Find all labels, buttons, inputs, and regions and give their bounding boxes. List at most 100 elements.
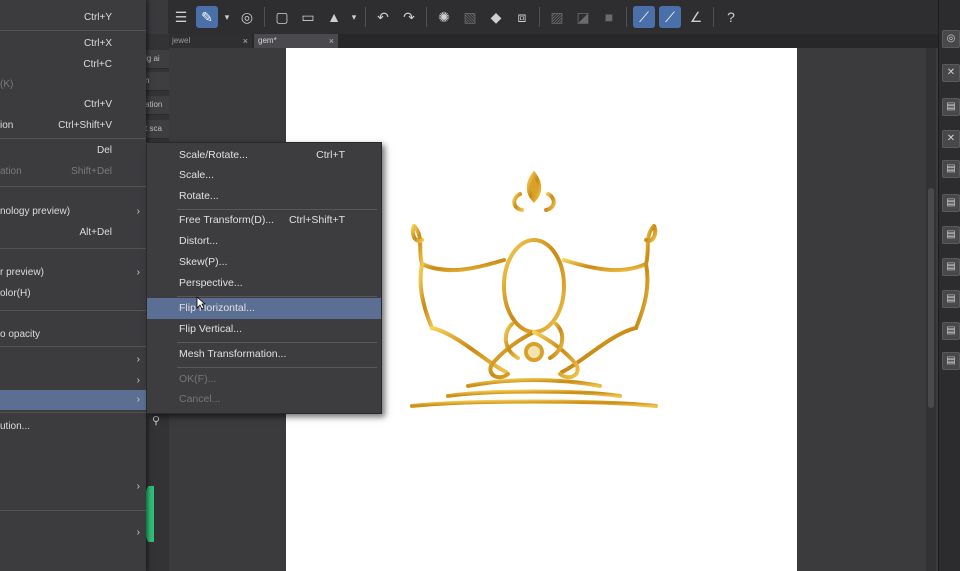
menu-item[interactable]: Ctrl+C: [0, 55, 146, 75]
menu-item-cancel[interactable]: Cancel...: [147, 389, 381, 410]
layer-icon[interactable]: ◎: [236, 6, 258, 28]
menu-item-label: (K): [0, 79, 14, 90]
menu-item-free-transform[interactable]: Free Transform(D)... Ctrl+Shift+T: [147, 210, 381, 231]
search-icon[interactable]: ⚲: [152, 414, 166, 428]
menu-item[interactable]: olor(H): [0, 284, 146, 304]
menu-separator: [177, 367, 377, 368]
menu-item[interactable]: r preview) ›: [0, 263, 146, 283]
chevron-down-icon[interactable]: ▾: [349, 6, 359, 28]
chevron-down-icon[interactable]: ▾: [222, 6, 232, 28]
side-button[interactable]: n: [145, 72, 169, 91]
menu-item[interactable]: ation Shift+Del: [0, 162, 146, 182]
document-icon[interactable]: ▤: [942, 194, 960, 212]
special-ruler-snap-icon[interactable]: ⟋: [659, 6, 681, 28]
menu-item-scale-rotate[interactable]: Scale/Rotate... Ctrl+T: [147, 145, 381, 166]
menu-item-label: ation: [0, 166, 22, 177]
menu-item[interactable]: ution...: [0, 417, 146, 437]
save-icon[interactable]: ▲: [323, 6, 345, 28]
help-icon[interactable]: ?: [720, 6, 742, 28]
document-icon[interactable]: ▤: [942, 226, 960, 244]
pen-tool-icon[interactable]: ✎: [196, 6, 218, 28]
navigator-icon[interactable]: ◎: [942, 30, 960, 48]
transform-icon[interactable]: ⧈: [511, 6, 533, 28]
document-icon[interactable]: ▤: [942, 322, 960, 340]
menu-item-label: OK(F)...: [179, 373, 217, 385]
menu-item-label: Flip Vertical...: [179, 323, 243, 335]
menu-item-perspective[interactable]: Perspective...: [147, 273, 381, 294]
menu-item-shortcut: Alt+Del: [79, 227, 112, 238]
menu-item-skew[interactable]: Skew(P)...: [147, 252, 381, 273]
menu-separator: [0, 346, 146, 347]
menu-separator: [0, 510, 146, 511]
fill-icon[interactable]: ◆: [485, 6, 507, 28]
close-icon[interactable]: ✕: [942, 64, 960, 82]
side-button[interactable]: ation: [145, 96, 169, 115]
menu-item-label: Distort...: [179, 235, 219, 247]
redo-icon[interactable]: ↷: [398, 6, 420, 28]
menu-item-rotate[interactable]: Rotate...: [147, 186, 381, 207]
close-icon[interactable]: ×: [329, 34, 334, 48]
menu-icon[interactable]: ☰: [170, 6, 192, 28]
menu-item-label: o opacity: [0, 329, 41, 340]
menu-item-transform[interactable]: ›: [0, 390, 146, 410]
selection-icon[interactable]: ■: [598, 6, 620, 28]
menu-item-mesh-transformation[interactable]: Mesh Transformation...: [147, 344, 381, 365]
menu-item-flip-vertical[interactable]: Flip Vertical...: [147, 319, 381, 340]
menu-separator: [177, 296, 377, 297]
document-icon[interactable]: ▤: [942, 98, 960, 116]
document-icon[interactable]: ▤: [942, 352, 960, 370]
mouse-cursor-icon: [196, 296, 206, 310]
close-icon[interactable]: ✕: [942, 130, 960, 148]
document-icon[interactable]: ▤: [942, 160, 960, 178]
scrollbar-thumb[interactable]: [928, 188, 934, 408]
menu-item[interactable]: Alt+Del: [0, 223, 146, 243]
deselect-icon[interactable]: ▨: [546, 6, 568, 28]
menu-item[interactable]: Ctrl+X: [0, 34, 146, 54]
document-tabs: jewel × gem* ×: [168, 34, 940, 48]
command-toolbar: ☰ ✎ ▾ ◎ ▢ ▭ ▲ ▾ ↶ ↷ ✺ ▧ ◆ ⧈ ▨ ◪ ■ ⟋ ⟋ ∠ …: [168, 0, 960, 35]
close-icon[interactable]: ×: [243, 34, 248, 48]
tab-gem[interactable]: gem* ×: [254, 34, 338, 48]
loading-icon[interactable]: ✺: [433, 6, 455, 28]
menu-item-label: Mesh Transformation...: [179, 348, 287, 360]
menu-item[interactable]: Del: [0, 141, 146, 161]
ruler-snap-icon[interactable]: ⟋: [633, 6, 655, 28]
menu-item[interactable]: o opacity: [0, 325, 146, 345]
menu-item-label: ion: [0, 120, 14, 131]
chevron-right-icon: ›: [136, 527, 140, 538]
document-icon[interactable]: ▤: [942, 290, 960, 308]
menu-item[interactable]: ›: [0, 523, 146, 543]
tab-label: gem*: [258, 36, 277, 45]
menu-item-scale[interactable]: Scale...: [147, 165, 381, 186]
menu-item[interactable]: Ctrl+Y: [0, 8, 146, 28]
menu-separator: [0, 248, 146, 249]
menu-item[interactable]: ›: [0, 350, 146, 370]
menu-item-label: Free Transform(D)...: [179, 214, 275, 226]
menu-item-label: Cancel...: [179, 393, 221, 405]
open-folder-icon[interactable]: ▭: [297, 6, 319, 28]
menu-separator: [177, 342, 377, 343]
menu-item-distort[interactable]: Distort...: [147, 231, 381, 252]
menu-item-label: Rotate...: [179, 190, 219, 202]
menu-item[interactable]: (K): [0, 75, 146, 95]
menu-item-ok[interactable]: OK(F)...: [147, 369, 381, 390]
document-icon[interactable]: ▤: [942, 258, 960, 276]
vertical-scrollbar[interactable]: [926, 48, 936, 571]
grid-snap-icon[interactable]: ∠: [685, 6, 707, 28]
invert-selection-icon[interactable]: ◪: [572, 6, 594, 28]
menu-item[interactable]: ion Ctrl+Shift+V: [0, 116, 146, 136]
new-file-icon[interactable]: ▢: [271, 6, 293, 28]
menu-item[interactable]: ›: [0, 477, 146, 497]
menu-item[interactable]: nology preview) ›: [0, 202, 146, 222]
side-button[interactable]: ig ai: [145, 50, 169, 69]
menu-item-shortcut: Ctrl+V: [83, 99, 112, 110]
tab-jewel[interactable]: jewel ×: [168, 34, 252, 48]
menu-item[interactable]: Ctrl+V: [0, 95, 146, 115]
clear-icon[interactable]: ▧: [459, 6, 481, 28]
menu-item[interactable]: ›: [0, 371, 146, 391]
menu-item-flip-horizontal[interactable]: Flip Horizontal...: [147, 298, 381, 319]
undo-icon[interactable]: ↶: [372, 6, 394, 28]
chevron-right-icon: ›: [136, 375, 140, 386]
side-button[interactable]: t sca: [145, 120, 169, 139]
menu-separator: [0, 30, 146, 31]
